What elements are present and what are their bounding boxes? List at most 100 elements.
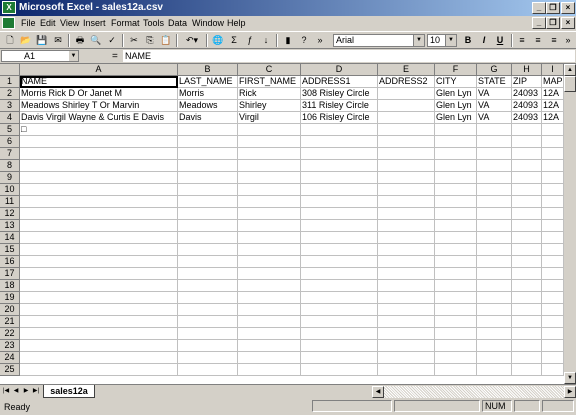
- cell-h22[interactable]: [512, 328, 542, 340]
- chevron-down-icon[interactable]: ▼: [69, 51, 78, 61]
- cell-e2[interactable]: [378, 88, 435, 100]
- cell-b22[interactable]: [178, 328, 238, 340]
- cell-f16[interactable]: [435, 256, 477, 268]
- cell-i16[interactable]: [542, 256, 564, 268]
- row-header-19[interactable]: 19: [0, 292, 20, 304]
- cell-h14[interactable]: [512, 232, 542, 244]
- cell-f7[interactable]: [435, 148, 477, 160]
- cell-i3[interactable]: 12A: [542, 100, 564, 112]
- cell-h13[interactable]: [512, 220, 542, 232]
- cell-e8[interactable]: [378, 160, 435, 172]
- cell-e11[interactable]: [378, 196, 435, 208]
- cell-d13[interactable]: [301, 220, 378, 232]
- cell-e22[interactable]: [378, 328, 435, 340]
- row-header-4[interactable]: 4: [0, 112, 20, 124]
- function-icon[interactable]: ƒ: [243, 34, 257, 47]
- cell-f18[interactable]: [435, 280, 477, 292]
- cell-g25[interactable]: [477, 364, 512, 376]
- sort-icon[interactable]: ↓: [259, 34, 273, 47]
- cell-i15[interactable]: [542, 244, 564, 256]
- first-sheet-icon[interactable]: |◀: [1, 386, 11, 397]
- cell-i18[interactable]: [542, 280, 564, 292]
- cell-d15[interactable]: [301, 244, 378, 256]
- column-header-c[interactable]: C: [238, 64, 301, 76]
- cell-i4[interactable]: 12A: [542, 112, 564, 124]
- cell-e16[interactable]: [378, 256, 435, 268]
- cell-f21[interactable]: [435, 316, 477, 328]
- cell-b3[interactable]: Meadows: [178, 100, 238, 112]
- cell-b8[interactable]: [178, 160, 238, 172]
- cell-a3[interactable]: Meadows Shirley T Or Marvin: [20, 100, 178, 112]
- cell-f23[interactable]: [435, 340, 477, 352]
- cell-g14[interactable]: [477, 232, 512, 244]
- menu-view[interactable]: View: [60, 18, 79, 28]
- cell-f15[interactable]: [435, 244, 477, 256]
- cell-h8[interactable]: [512, 160, 542, 172]
- row-header-15[interactable]: 15: [0, 244, 20, 256]
- cell-b9[interactable]: [178, 172, 238, 184]
- cell-h1[interactable]: ZIP: [512, 76, 542, 88]
- cell-b18[interactable]: [178, 280, 238, 292]
- row-header-9[interactable]: 9: [0, 172, 20, 184]
- cell-c8[interactable]: [238, 160, 301, 172]
- excel-icon[interactable]: X: [2, 1, 16, 14]
- print-icon[interactable]: 🖶: [73, 34, 87, 47]
- chart-wizard-icon[interactable]: ▮: [281, 34, 295, 47]
- cell-c17[interactable]: [238, 268, 301, 280]
- cell-a1[interactable]: NAME: [20, 76, 178, 88]
- row-header-10[interactable]: 10: [0, 184, 20, 196]
- cell-g16[interactable]: [477, 256, 512, 268]
- last-sheet-icon[interactable]: ▶|: [31, 386, 41, 397]
- cell-b6[interactable]: [178, 136, 238, 148]
- cell-i11[interactable]: [542, 196, 564, 208]
- italic-button[interactable]: I: [477, 34, 491, 47]
- cell-a23[interactable]: [20, 340, 178, 352]
- cell-d23[interactable]: [301, 340, 378, 352]
- cell-h11[interactable]: [512, 196, 542, 208]
- cell-f2[interactable]: Glen Lyn: [435, 88, 477, 100]
- cell-f3[interactable]: Glen Lyn: [435, 100, 477, 112]
- cell-g4[interactable]: VA: [477, 112, 512, 124]
- cell-g12[interactable]: [477, 208, 512, 220]
- cell-c20[interactable]: [238, 304, 301, 316]
- cell-a6[interactable]: [20, 136, 178, 148]
- cell-d3[interactable]: 311 Risley Circle: [301, 100, 378, 112]
- cell-a15[interactable]: [20, 244, 178, 256]
- cell-f19[interactable]: [435, 292, 477, 304]
- row-header-3[interactable]: 3: [0, 100, 20, 112]
- cell-e20[interactable]: [378, 304, 435, 316]
- cell-f20[interactable]: [435, 304, 477, 316]
- bold-button[interactable]: B: [461, 34, 475, 47]
- help-icon[interactable]: ?: [297, 34, 311, 47]
- align-center-icon[interactable]: ≡: [531, 34, 545, 47]
- cell-e25[interactable]: [378, 364, 435, 376]
- cell-e13[interactable]: [378, 220, 435, 232]
- cell-g22[interactable]: [477, 328, 512, 340]
- prev-sheet-icon[interactable]: ◀: [11, 386, 21, 397]
- cell-c23[interactable]: [238, 340, 301, 352]
- scroll-down-icon[interactable]: ▼: [564, 372, 576, 384]
- cell-b14[interactable]: [178, 232, 238, 244]
- cell-h17[interactable]: [512, 268, 542, 280]
- cell-h15[interactable]: [512, 244, 542, 256]
- row-header-2[interactable]: 2: [0, 88, 20, 100]
- cell-c11[interactable]: [238, 196, 301, 208]
- cell-i23[interactable]: [542, 340, 564, 352]
- cell-c24[interactable]: [238, 352, 301, 364]
- font-name-dropdown[interactable]: Arial ▼: [333, 34, 425, 47]
- scroll-left-icon[interactable]: ◀: [372, 386, 384, 398]
- cell-a14[interactable]: [20, 232, 178, 244]
- cell-f13[interactable]: [435, 220, 477, 232]
- cell-g23[interactable]: [477, 340, 512, 352]
- cell-c18[interactable]: [238, 280, 301, 292]
- cell-a25[interactable]: [20, 364, 178, 376]
- cell-d2[interactable]: 308 Risley Circle: [301, 88, 378, 100]
- cell-a11[interactable]: [20, 196, 178, 208]
- column-header-g[interactable]: G: [477, 64, 512, 76]
- row-header-16[interactable]: 16: [0, 256, 20, 268]
- row-header-24[interactable]: 24: [0, 352, 20, 364]
- cell-e15[interactable]: [378, 244, 435, 256]
- cell-d1[interactable]: ADDRESS1: [301, 76, 378, 88]
- cell-a7[interactable]: [20, 148, 178, 160]
- cell-b2[interactable]: Morris: [178, 88, 238, 100]
